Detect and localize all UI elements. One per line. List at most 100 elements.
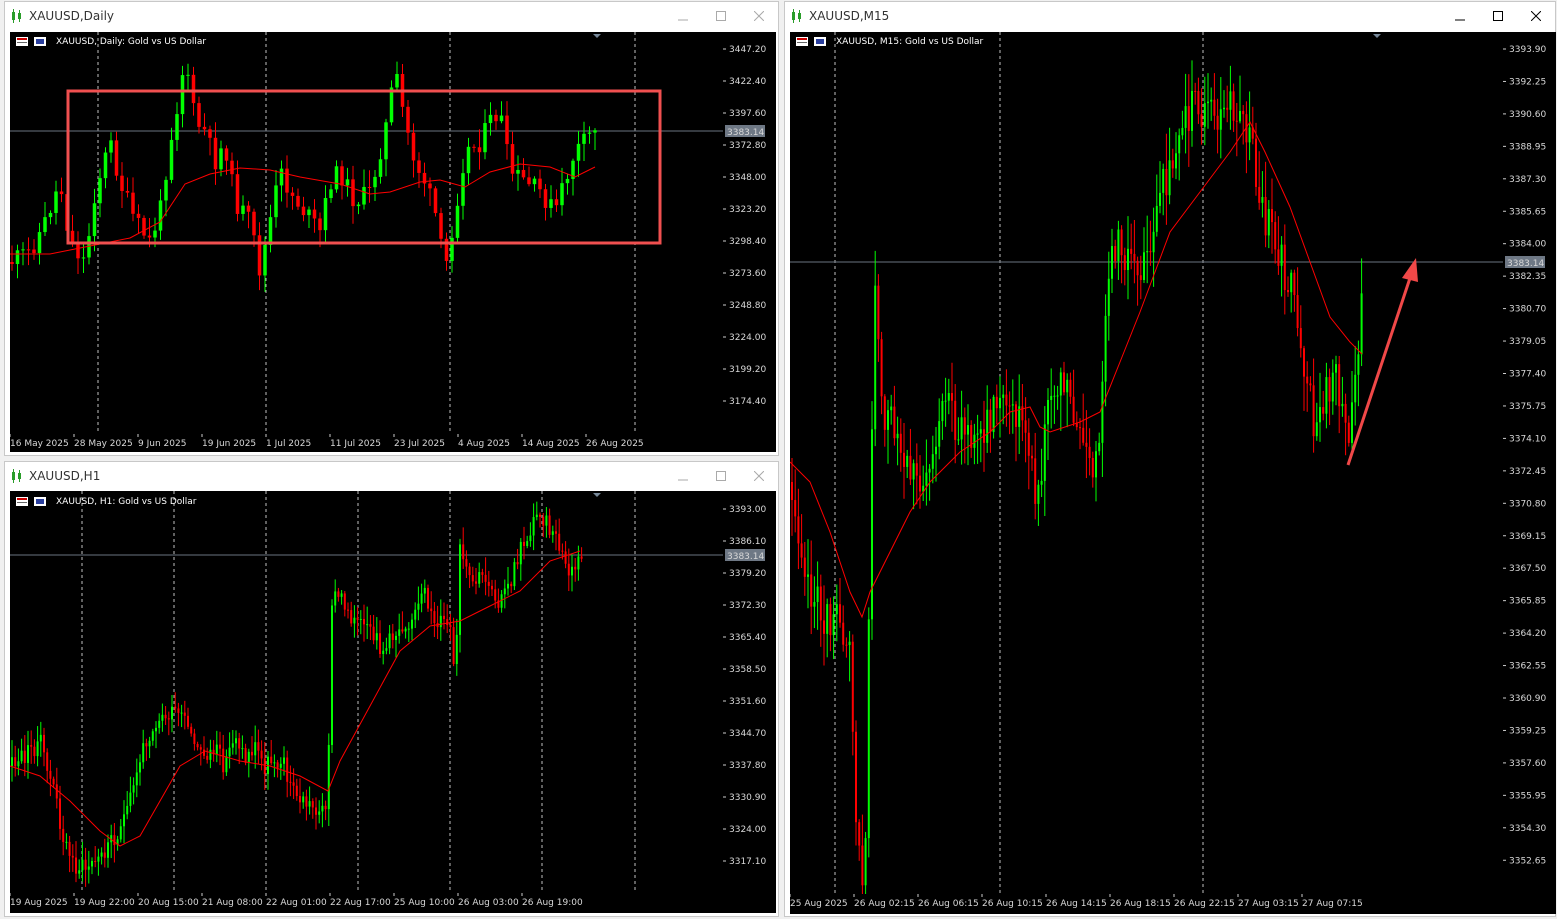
close-button[interactable]: [740, 2, 778, 30]
titlebar[interactable]: XAUUSD,M15: [785, 2, 1555, 30]
minimize-button[interactable]: [664, 2, 702, 30]
price-label: 3357.60: [1509, 759, 1546, 769]
candle-body: [567, 563, 570, 576]
candle-body: [823, 620, 825, 634]
maximize-button[interactable]: [1479, 2, 1517, 30]
price-axis-daily[interactable]: 3447.20 3422.40 3397.60 3372.80 3348.00 3323.…: [723, 32, 776, 434]
candle-body: [251, 751, 253, 756]
candle-body: [406, 106, 410, 133]
candle-body: [439, 615, 442, 628]
candle-body: [1255, 138, 1257, 187]
candle-body: [241, 748, 244, 750]
candle-body: [43, 734, 45, 753]
candle-body: [826, 604, 829, 634]
minimize-button[interactable]: [1441, 2, 1479, 30]
candle-body: [318, 218, 322, 231]
candle-body: [1360, 293, 1363, 355]
candle-body: [494, 589, 497, 601]
date-label: 26 Aug 22:15: [1174, 899, 1235, 909]
candle-body: [59, 191, 64, 195]
candle-body: [78, 870, 81, 874]
date-label: 22 Aug 17:00: [330, 898, 391, 908]
close-icon: [754, 11, 764, 21]
candle-body: [1040, 480, 1043, 485]
candle-body: [206, 755, 209, 760]
chart-menu-icon[interactable]: [16, 497, 46, 507]
time-axis-h1[interactable]: 19 Aug 2025 19 Aug 22:00 20 Aug 15:00 21 Au…: [9, 893, 776, 913]
minimize-button[interactable]: [664, 462, 702, 490]
candle-body: [1005, 394, 1008, 406]
candle-body: [1325, 377, 1328, 414]
candle-body: [1152, 231, 1155, 253]
candle-body: [379, 633, 381, 655]
candle-body: [1072, 396, 1075, 423]
candle-body: [995, 396, 998, 409]
maximize-button[interactable]: [702, 462, 740, 490]
candle-body: [791, 482, 793, 501]
titlebar[interactable]: XAUUSD,H1: [5, 462, 778, 490]
price-axis-h1[interactable]: 3393.00 3386.10 3379.20 3372.30 3365.40 3358.…: [723, 491, 776, 893]
candle-body: [334, 591, 337, 606]
candle-body: [519, 541, 522, 565]
candle-body: [241, 205, 245, 214]
candle-body: [951, 393, 953, 401]
candle-body: [208, 129, 212, 138]
candle-body: [369, 624, 372, 627]
candle-body: [1232, 91, 1235, 121]
chart-menu-icon[interactable]: [16, 37, 46, 47]
window-title: XAUUSD,H1: [29, 469, 101, 483]
candle-body: [324, 805, 327, 810]
candle-body: [957, 439, 960, 441]
close-button[interactable]: [1517, 2, 1555, 30]
chart-menu-icon[interactable]: [796, 37, 826, 47]
candle-body: [582, 133, 586, 144]
candle-body: [385, 648, 388, 651]
range-rectangle[interactable]: [66, 89, 662, 245]
candle-body: [1274, 222, 1277, 250]
candle-body: [430, 608, 433, 612]
candle-body: [30, 745, 33, 747]
price-label: 3387.30: [1509, 175, 1546, 185]
chart-h1[interactable]: [9, 491, 723, 893]
chart-m15[interactable]: [789, 32, 1503, 919]
candle-body: [164, 179, 168, 201]
candle-body: [94, 861, 97, 863]
candle-body: [177, 708, 180, 713]
candle-body: [1303, 348, 1305, 377]
candle-body: [527, 177, 531, 185]
titlebar[interactable]: XAUUSD,Daily: [5, 2, 778, 30]
shift-marker[interactable]: [1373, 34, 1381, 38]
candle-body: [1287, 290, 1289, 293]
close-button[interactable]: [740, 462, 778, 490]
candle-body: [145, 743, 148, 747]
chart-legend: XAUUSD, M15: Gold vs US Dollar: [836, 37, 984, 47]
price-axis-m15[interactable]: 3393.90 3392.25 3390.60 3388.95 3387.30 3385.…: [1503, 32, 1556, 894]
candle-body: [230, 160, 234, 175]
time-axis-daily[interactable]: 16 May 2025 28 May 2025 9 Jun 2025 19 Jun 2…: [9, 434, 776, 452]
candle-body: [829, 604, 832, 636]
maximize-button[interactable]: [702, 2, 740, 30]
price-label: 3397.60: [729, 109, 766, 119]
candle-body: [1159, 192, 1161, 206]
candle-body: [858, 822, 861, 846]
price-label: 3382.35: [1509, 272, 1546, 282]
candle-body: [290, 192, 295, 196]
candle-body: [871, 429, 873, 620]
candle-body: [202, 126, 207, 130]
candle-body: [81, 859, 84, 871]
candle-body: [1069, 379, 1072, 397]
candle-body: [1213, 99, 1216, 116]
date-label: 25 Aug 10:00: [394, 898, 455, 908]
candle-body: [986, 409, 989, 443]
chart-daily[interactable]: [10, 32, 723, 434]
candle-body: [213, 137, 218, 170]
candle-body: [153, 230, 157, 238]
shift-marker[interactable]: [593, 493, 601, 497]
shift-marker[interactable]: [593, 34, 601, 38]
date-label: 28 May 2025: [74, 439, 133, 449]
candle-body: [215, 744, 218, 755]
candle-body: [315, 807, 317, 815]
time-axis-m15[interactable]: 25 Aug 2025 26 Aug 02:15 26 Aug 06:15 26 Au…: [789, 894, 1556, 914]
candle-body: [912, 463, 915, 480]
price-label: 3360.90: [1509, 694, 1546, 704]
